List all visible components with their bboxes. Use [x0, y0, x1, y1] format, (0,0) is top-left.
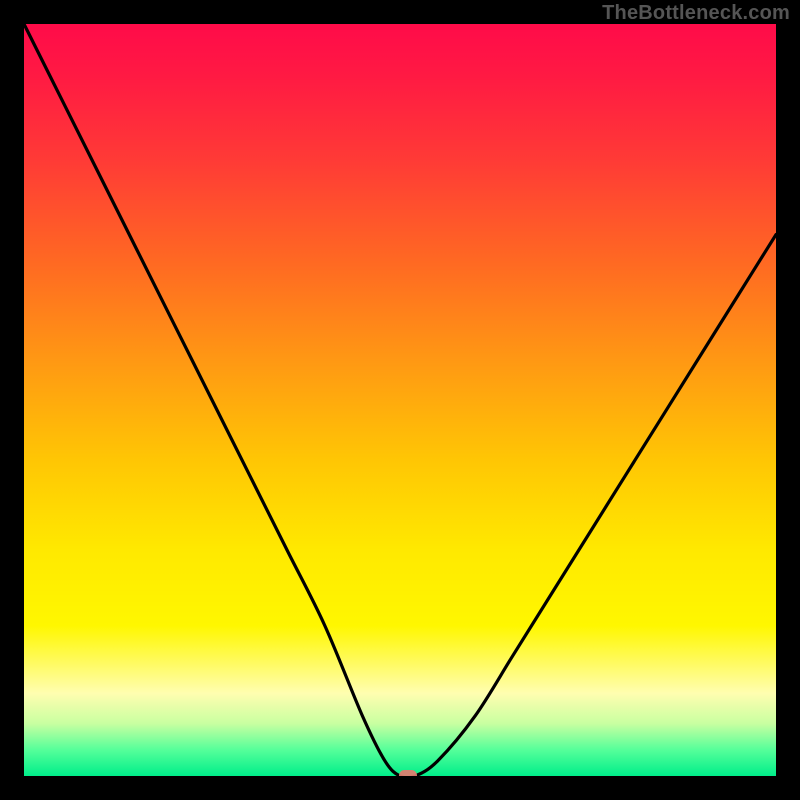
optimal-marker: [399, 770, 417, 776]
curve-path: [24, 24, 776, 776]
plot-area: [24, 24, 776, 776]
bottleneck-curve: [24, 24, 776, 776]
chart-frame: TheBottleneck.com: [0, 0, 800, 800]
watermark-text: TheBottleneck.com: [602, 2, 790, 25]
